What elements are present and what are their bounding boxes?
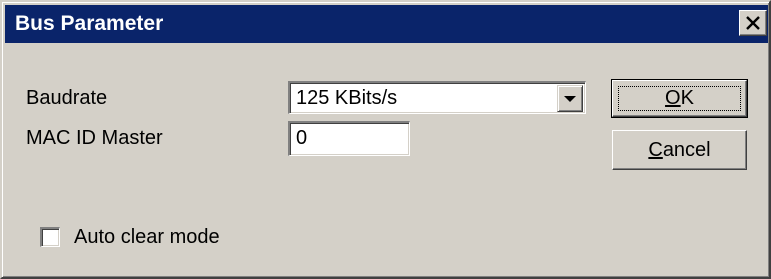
baudrate-selected-value: 125 KBits/s: [296, 87, 398, 109]
mac-id-label: MAC ID Master: [26, 127, 163, 149]
mac-id-value: 0: [296, 127, 308, 149]
chevron-down-icon: [564, 96, 576, 102]
focus-ring: [618, 86, 741, 111]
baudrate-select[interactable]: 125 KBits/s: [288, 81, 586, 114]
ok-button[interactable]: OK: [611, 79, 748, 118]
cancel-button[interactable]: Cancel: [612, 130, 747, 170]
close-button[interactable]: [739, 10, 767, 36]
auto-clear-checkbox[interactable]: [40, 227, 60, 247]
window-title: Bus Parameter: [15, 12, 164, 35]
baudrate-dropdown-button[interactable]: [557, 85, 583, 112]
cancel-button-label: Cancel: [648, 139, 711, 161]
baudrate-label: Baudrate: [26, 87, 108, 109]
mac-id-input[interactable]: 0: [288, 121, 410, 156]
close-icon: [746, 16, 760, 30]
bus-parameter-dialog: Bus Parameter Baudrate 125 KBits/s MAC I…: [0, 0, 771, 279]
title-bar[interactable]: Bus Parameter: [5, 5, 768, 43]
auto-clear-label[interactable]: Auto clear mode: [74, 225, 220, 249]
